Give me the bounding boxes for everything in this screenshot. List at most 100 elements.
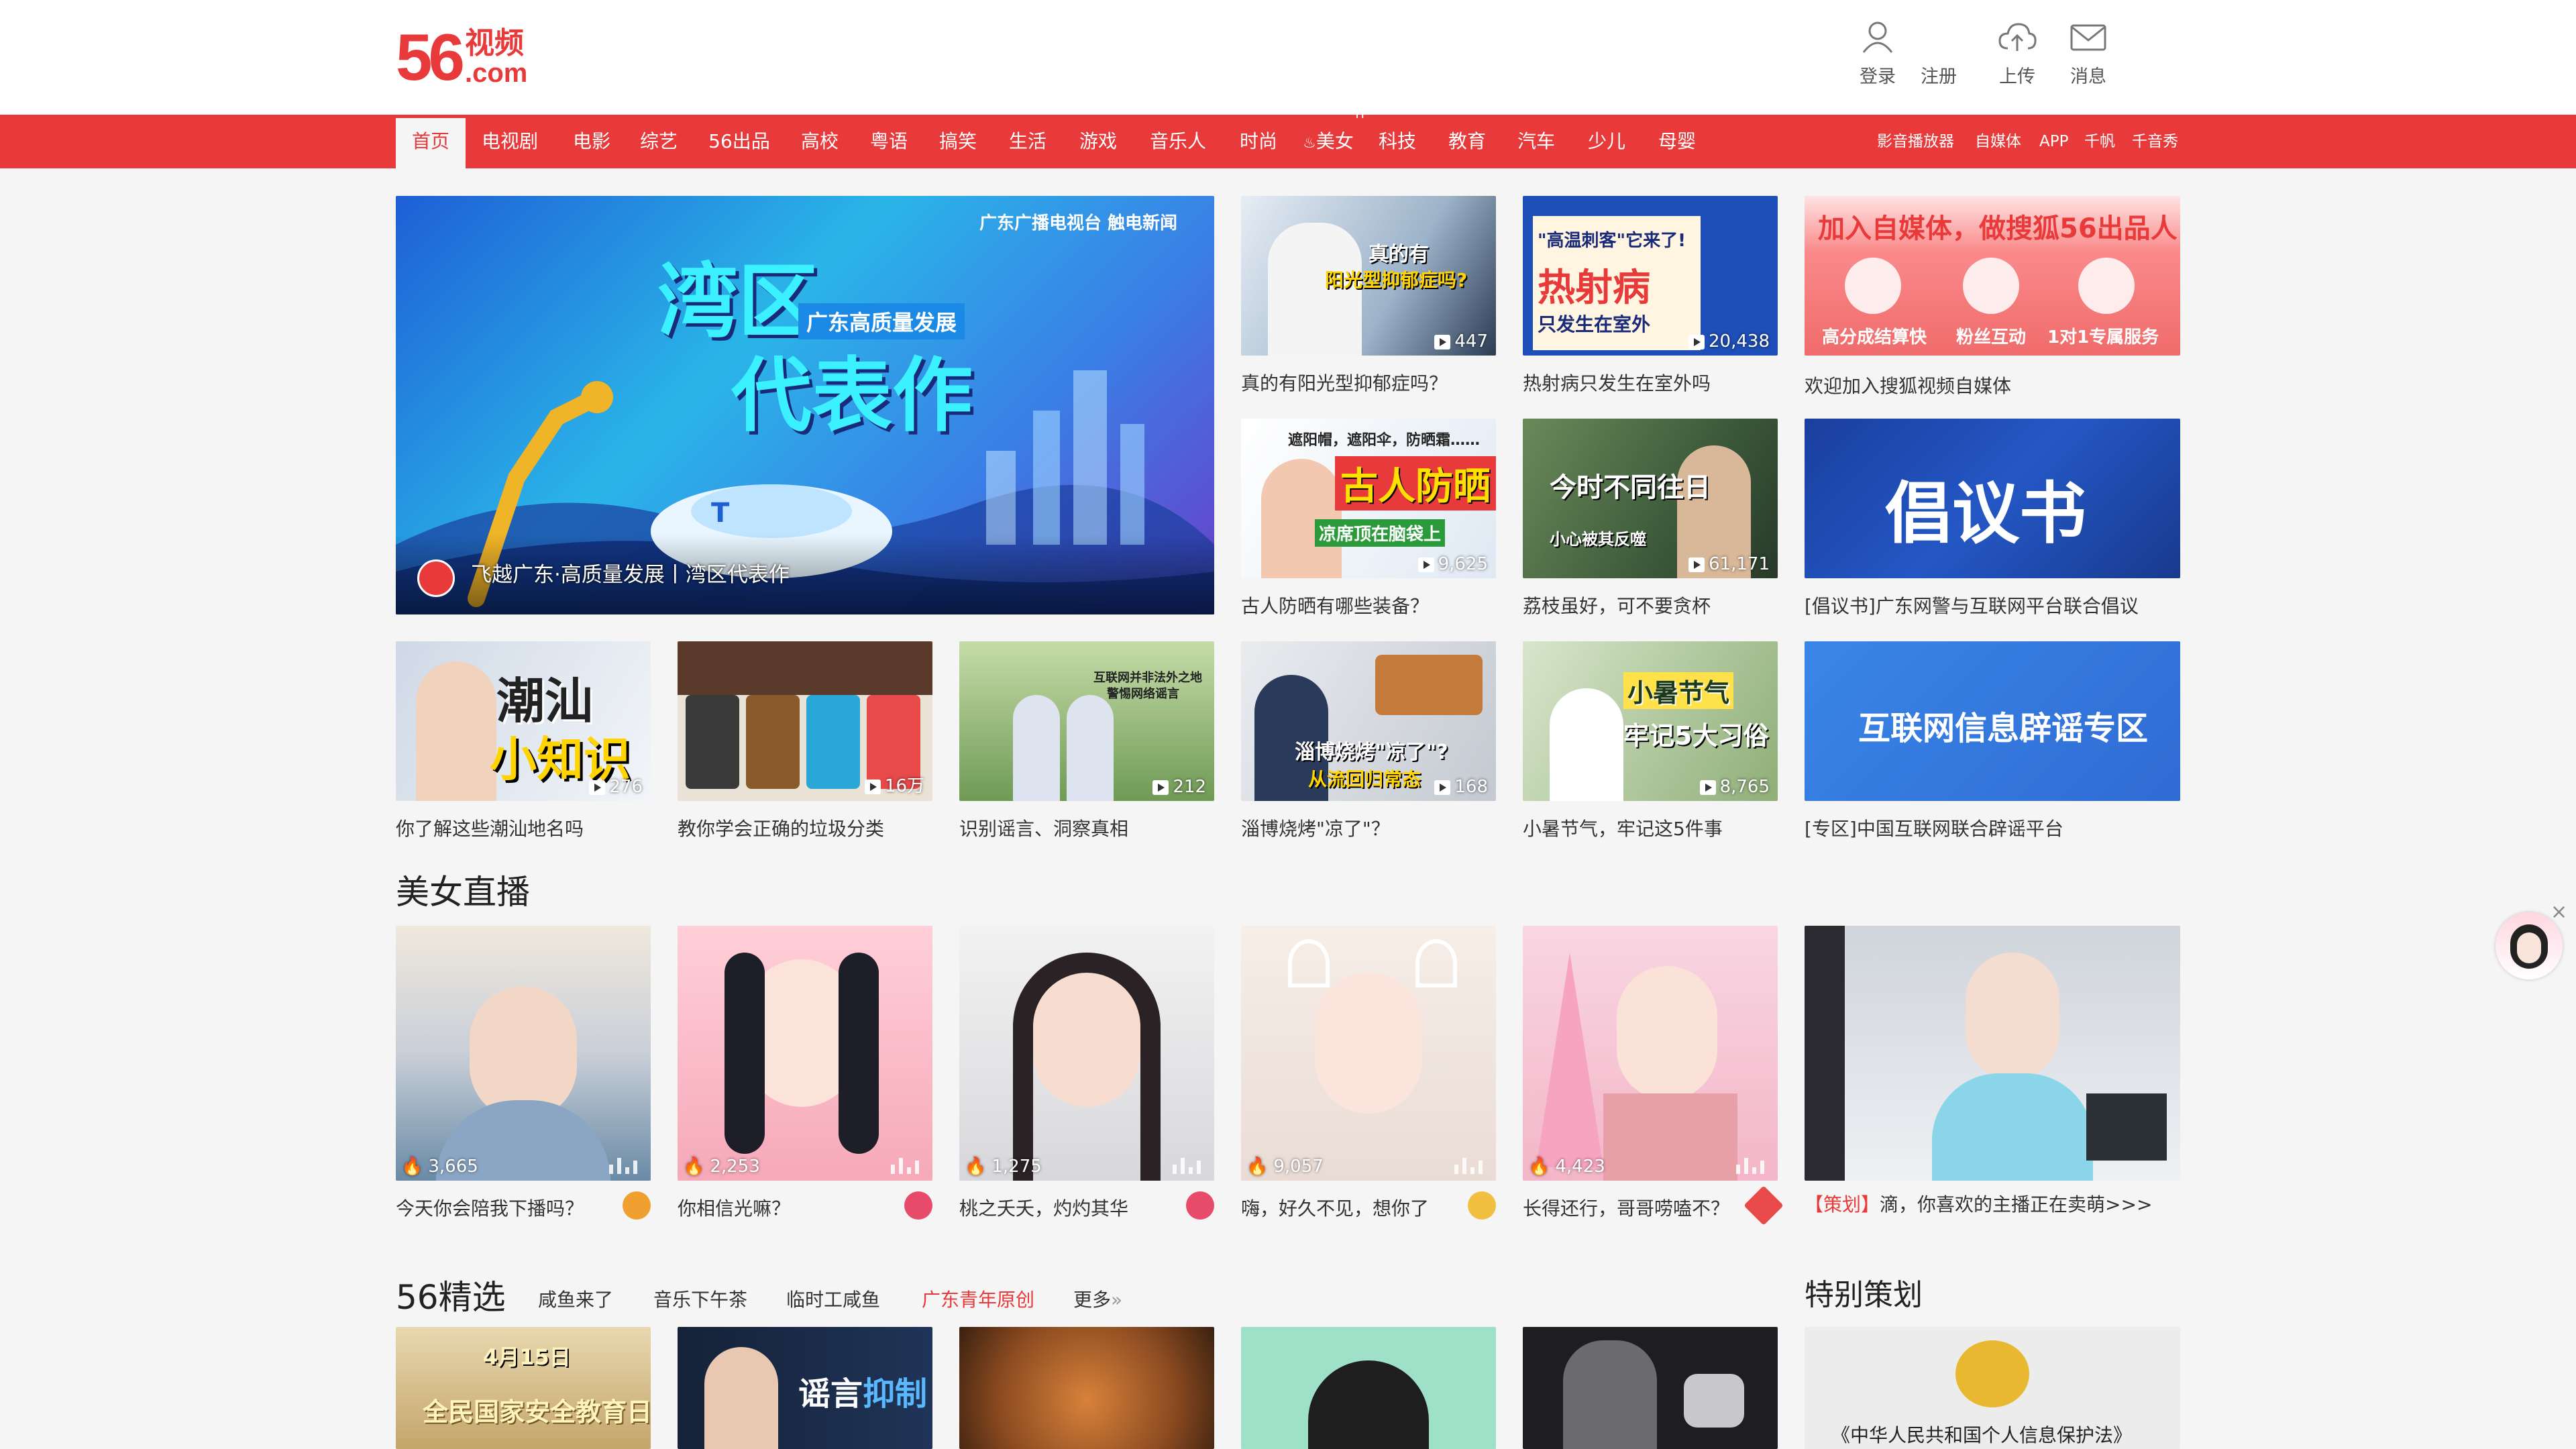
view-count: 168: [1434, 777, 1488, 797]
live-thumb[interactable]: 🔥 1,275: [959, 926, 1214, 1181]
video-thumb-sunscreen[interactable]: 遮阳帽，遮阳伞，防晒霜…… 古人防晒 凉席顶在脑袋上 9,625: [1241, 419, 1496, 578]
video-thumb-lychee[interactable]: 今时不同往日 小心被其反噬 61,171: [1523, 419, 1778, 578]
promo-proposal-caption[interactable]: [倡议书]广东网警与互联网平台联合倡议: [1805, 592, 2180, 619]
thumb-overlay-3: 凉席顶在脑袋上: [1315, 519, 1446, 547]
nav-college[interactable]: 高校: [780, 115, 860, 168]
nav-tv[interactable]: 电视剧: [470, 115, 550, 168]
thumb-overlay-2: 牢记5大习俗: [1623, 721, 1769, 751]
messages-button[interactable]: 消息: [2051, 19, 2125, 88]
promo-rumor-caption[interactable]: [专区]中国互联网联合辟谣平台: [1805, 814, 2180, 841]
messages-label: 消息: [2070, 66, 2106, 87]
video-caption[interactable]: 小暑节气，牢记这5件事: [1523, 814, 1778, 841]
flame-icon: 🔥: [1246, 1157, 1269, 1177]
video-caption[interactable]: 淄博烧烤"凉了"？: [1241, 814, 1496, 841]
service-icon: [2078, 258, 2135, 314]
video-thumb-garbage[interactable]: 16万: [678, 641, 932, 801]
video-thumb-chaoshan[interactable]: 潮汕 小知识 276: [396, 641, 651, 801]
more-link[interactable]: 更多»: [1073, 1285, 1122, 1312]
video-thumb-rumor[interactable]: 互联网并非法外之地 警惕网络谣言 212: [959, 641, 1214, 801]
nav-kids[interactable]: 少儿: [1566, 115, 1647, 168]
flame-icon: 🔥: [401, 1157, 423, 1177]
hero-car-label: T: [711, 498, 730, 529]
hero-banner[interactable]: 广东广播电视台 触电新闻 湾区 广东高质量发展 代表作 T 飞越广东·高质量发展…: [396, 196, 1214, 614]
live-promo-caption[interactable]: 【策划】滴，你喜欢的主播正在卖萌>>>: [1805, 1190, 2180, 1217]
nav-tech[interactable]: 科技: [1357, 115, 1438, 168]
viewer-count: 🔥 9,057: [1246, 1157, 1324, 1177]
thumb-overlay-1: 小暑节气: [1623, 672, 1734, 709]
live-caption[interactable]: 今天你会陪我下播吗？: [396, 1194, 617, 1221]
nav-maternity[interactable]: 母婴: [1637, 115, 1717, 168]
promo-join-title: 加入自媒体，做搜狐56出品人: [1818, 213, 2178, 244]
upload-button[interactable]: 上传: [1980, 19, 2054, 88]
nav-beauty[interactable]: ♨美女 H: [1288, 108, 1368, 168]
streamer-face: [1315, 973, 1422, 1114]
register-button[interactable]: 注册: [1902, 62, 1976, 88]
nav-variety[interactable]: 综艺: [619, 115, 699, 168]
nav-music[interactable]: 音乐人: [1138, 115, 1218, 168]
nav-fashion[interactable]: 时尚: [1218, 115, 1299, 168]
nav-56-original[interactable]: 56出品: [699, 115, 780, 168]
view-count: 212: [1152, 777, 1206, 797]
video-caption[interactable]: 热射病只发生在室外吗: [1523, 369, 1778, 396]
promo-proposal[interactable]: 倡议书: [1805, 419, 2180, 578]
video-thumb-heatstroke[interactable]: "高温刺客"它来了! 热射病 只发生在室外 20,438: [1523, 196, 1778, 356]
picks-tab-active[interactable]: 广东青年原创: [922, 1285, 1034, 1312]
picks-tab[interactable]: 音乐下午茶: [653, 1285, 747, 1312]
live-caption[interactable]: 桃之夭夭，灼灼其华: [959, 1194, 1181, 1221]
thumb-overlay-1: "高温刺客"它来了!: [1538, 231, 1686, 251]
thumb-overlay-2: 警惕网络谣言: [1107, 687, 1179, 701]
special-thumb[interactable]: 《中华人民共和国个人信息保护法》: [1805, 1327, 2180, 1449]
nav-auto[interactable]: 汽车: [1496, 115, 1576, 168]
video-caption[interactable]: 教你学会正确的垃圾分类: [678, 814, 932, 841]
video-thumb-depression[interactable]: 真的有 阳光型抑郁症吗? 447: [1241, 196, 1496, 356]
logo-domain: .com: [465, 58, 528, 88]
video-caption[interactable]: 古人防晒有哪些装备？: [1241, 592, 1496, 619]
thumb-overlay-1: 真的有: [1368, 243, 1429, 266]
live-promo-thumb[interactable]: [1805, 926, 2180, 1181]
pick-thumb-food[interactable]: [959, 1327, 1214, 1449]
video-thumb-xiaoshu[interactable]: 小暑节气 牢记5大习俗 8,765: [1523, 641, 1778, 801]
nav-qianfan-link[interactable]: 千帆: [2084, 115, 2115, 168]
thumb-overlay-2: 古人防晒: [1335, 456, 1496, 511]
video-caption[interactable]: 你了解这些潮汕地名吗: [396, 814, 651, 841]
video-caption[interactable]: 识别谣言、洞察真相: [959, 814, 1214, 841]
picks-tab[interactable]: 临时工咸鱼: [786, 1285, 880, 1312]
nav-funny[interactable]: 搞笑: [918, 115, 998, 168]
nav-media-link[interactable]: 自媒体: [1975, 115, 2021, 168]
bin-icon: [806, 695, 860, 789]
pick-thumb[interactable]: 谣言 抑制: [678, 1327, 932, 1449]
emblem-icon: [1955, 1340, 2029, 1407]
nav-life[interactable]: 生活: [987, 115, 1068, 168]
pick-thumb-medical[interactable]: [1523, 1327, 1778, 1449]
video-thumb-zibo[interactable]: 淄博烧烤"凉了"? 从流回归常态 168: [1241, 641, 1496, 801]
live-section-title: 美女直播: [396, 873, 530, 912]
nav-home[interactable]: 首页: [396, 118, 466, 168]
site-logo[interactable]: 56 视频 .com: [396, 24, 528, 90]
live-thumb[interactable]: 🔥 3,665: [396, 926, 651, 1181]
nav-qianyinxiu-link[interactable]: 千音秀: [2132, 115, 2178, 168]
live-caption[interactable]: 你相信光嘛？: [678, 1194, 899, 1221]
close-icon[interactable]: ×: [2551, 900, 2567, 924]
live-thumb[interactable]: 🔥 4,423: [1523, 926, 1778, 1181]
top-header: [0, 0, 2576, 115]
live-caption[interactable]: 长得还行，哥哥唠嗑不？: [1523, 1194, 1744, 1221]
nav-app-link[interactable]: APP: [2039, 115, 2068, 168]
promo-join-media[interactable]: 加入自媒体，做搜狐56出品人 高分成结算快 粉丝互动 1对1专属服务: [1805, 196, 2180, 356]
nav-games[interactable]: 游戏: [1058, 115, 1138, 168]
nav-player-link[interactable]: 影音播放器: [1877, 115, 1954, 168]
promo-tag: 【策划】: [1805, 1193, 1880, 1216]
live-thumb[interactable]: 🔥 9,057: [1241, 926, 1496, 1181]
video-caption[interactable]: 荔枝虽好，可不要贪杯: [1523, 592, 1778, 619]
pick-thumb[interactable]: 4月15日 全民国家安全教育日: [396, 1327, 651, 1449]
promo-join-caption[interactable]: 欢迎加入搜狐视频自媒体: [1805, 372, 2180, 398]
live-thumb[interactable]: 🔥 2,253: [678, 926, 932, 1181]
xray-figure: [1563, 1340, 1657, 1449]
nav-cantonese[interactable]: 粤语: [849, 115, 929, 168]
pick-thumb-cartoon[interactable]: [1241, 1327, 1496, 1449]
live-caption[interactable]: 嗨，好久不见，想你了: [1241, 1194, 1462, 1221]
star-badge-icon: [1743, 1185, 1784, 1226]
video-caption[interactable]: 真的有阳光型抑郁症吗？: [1241, 369, 1496, 396]
nav-education[interactable]: 教育: [1427, 115, 1507, 168]
promo-rumor-zone[interactable]: 互联网信息辟谣专区: [1805, 641, 2180, 801]
picks-tab[interactable]: 咸鱼来了: [538, 1285, 613, 1312]
